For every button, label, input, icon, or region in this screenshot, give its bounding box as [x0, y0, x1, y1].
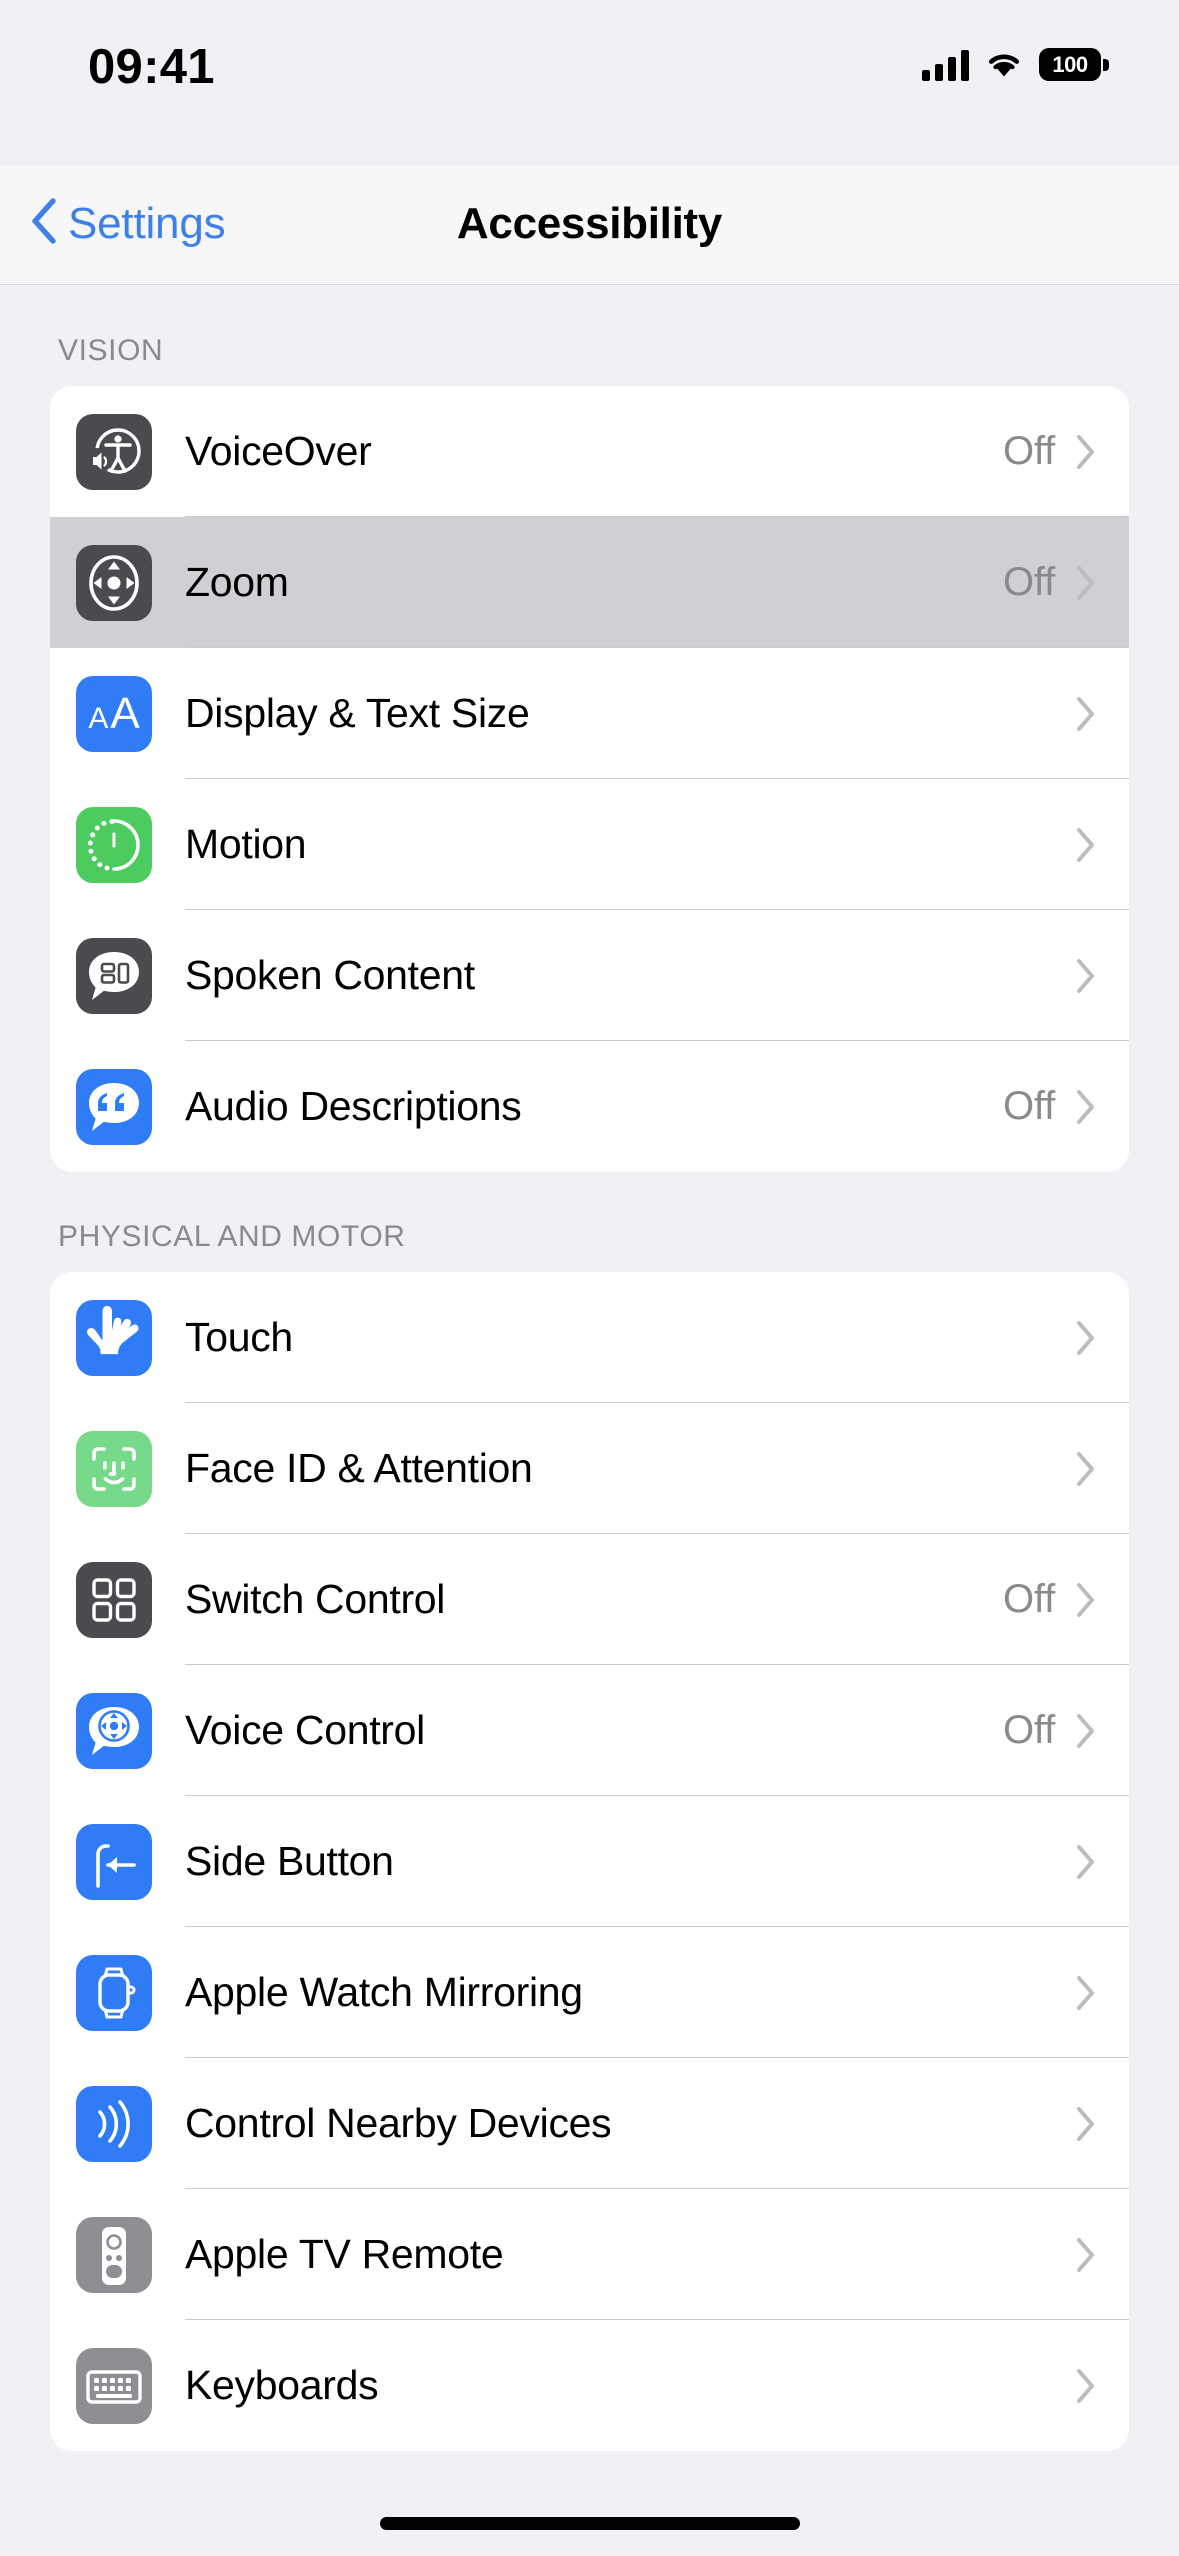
- settings-row-keyboards[interactable]: Keyboards: [50, 2320, 1129, 2451]
- navigation-bar: Settings Accessibility: [0, 165, 1179, 285]
- settings-row-label: Display & Text Size: [185, 690, 530, 736]
- settings-row-control-nearby-devices[interactable]: Control Nearby Devices: [50, 2058, 1129, 2189]
- settings-row-label: Zoom: [185, 559, 289, 605]
- control-nearby-devices-icon: [76, 2085, 152, 2162]
- settings-row-label: Motion: [185, 821, 307, 867]
- apple-watch-mirroring-icon: [76, 1954, 152, 2031]
- switch-control-icon: [76, 1561, 152, 1638]
- settings-row-face-id-attention[interactable]: Face ID & Attention: [50, 1403, 1129, 1534]
- settings-row-value: Off: [1002, 1084, 1055, 1128]
- chevron-right-icon: [1075, 433, 1097, 471]
- settings-row-motion[interactable]: Motion: [50, 779, 1129, 910]
- chevron-right-icon: [1075, 826, 1097, 864]
- chevron-right-icon: [1075, 564, 1097, 602]
- settings-row-zoom[interactable]: Zoom Off: [50, 517, 1129, 648]
- audio-descriptions-icon: [76, 1068, 152, 1145]
- side-button-icon: [76, 1823, 152, 1900]
- wifi-icon: [985, 49, 1023, 81]
- settings-row-label: Apple Watch Mirroring: [185, 1969, 583, 2015]
- accessibility-settings-screen: 09:41 100 Settings Accessibility VISION …: [0, 0, 1179, 2556]
- chevron-right-icon: [1075, 2236, 1097, 2274]
- home-indicator: [380, 2517, 800, 2530]
- settings-row-apple-watch-mirroring[interactable]: Apple Watch Mirroring: [50, 1927, 1129, 2058]
- settings-row-voiceover[interactable]: VoiceOver Off: [50, 386, 1129, 517]
- display-text-size-icon: AA: [76, 675, 152, 752]
- status-bar: 09:41 100: [0, 0, 1179, 165]
- settings-row-label: Control Nearby Devices: [185, 2100, 612, 2146]
- chevron-right-icon: [1075, 1974, 1097, 2012]
- settings-row-label: VoiceOver: [185, 428, 372, 474]
- zoom-icon: [76, 544, 152, 621]
- chevron-right-icon: [1075, 695, 1097, 733]
- page-title: Accessibility: [456, 199, 723, 248]
- section-header: PHYSICAL AND MOTOR: [58, 1220, 406, 1253]
- settings-list[interactable]: VISION VoiceOver Off Zoom Off A A Display & T…: [0, 286, 1179, 2556]
- keyboards-icon: [76, 2347, 152, 2424]
- chevron-right-icon: [1075, 2367, 1097, 2405]
- voiceover-icon: [76, 413, 152, 490]
- settings-row-display-text-size[interactable]: A A Display & Text Size: [50, 648, 1129, 779]
- settings-row-side-button[interactable]: Side Button: [50, 1796, 1129, 1927]
- face-id-icon: [76, 1430, 152, 1507]
- settings-row-label: Face ID & Attention: [185, 1445, 533, 1491]
- settings-row-label: Spoken Content: [185, 952, 475, 998]
- chevron-right-icon: [1075, 1581, 1097, 1619]
- settings-row-label: Keyboards: [185, 2362, 379, 2408]
- settings-row-value: Off: [1002, 429, 1055, 473]
- apple-tv-remote-icon: [76, 2216, 152, 2293]
- status-bar-indicators: 100: [922, 48, 1109, 81]
- settings-group: Touch Face ID & Attention Switch Control…: [50, 1272, 1129, 2451]
- settings-row-label: Switch Control: [185, 1576, 446, 1622]
- battery-percent-label: 100: [1052, 51, 1088, 77]
- settings-row-label: Side Button: [185, 1838, 394, 1884]
- chevron-right-icon: [1075, 2105, 1097, 2143]
- chevron-right-icon: [1075, 1843, 1097, 1881]
- settings-row-value: Off: [1002, 1708, 1055, 1752]
- settings-row-label: Voice Control: [185, 1707, 425, 1753]
- motion-icon: [76, 806, 152, 883]
- settings-group: VoiceOver Off Zoom Off A A Display & Text Siz…: [50, 386, 1129, 1172]
- settings-row-touch[interactable]: Touch: [50, 1272, 1129, 1403]
- voice-control-icon: [76, 1692, 152, 1769]
- settings-row-spoken-content[interactable]: Spoken Content: [50, 910, 1129, 1041]
- chevron-right-icon: [1075, 957, 1097, 995]
- settings-row-voice-control[interactable]: Voice Control Off: [50, 1665, 1129, 1796]
- cellular-signal-icon: [922, 49, 969, 81]
- settings-row-apple-tv-remote[interactable]: Apple TV Remote: [50, 2189, 1129, 2320]
- status-bar-time: 09:41: [88, 40, 215, 94]
- settings-row-value: Off: [1002, 1577, 1055, 1621]
- settings-row-value: Off: [1002, 560, 1055, 604]
- chevron-right-icon: [1075, 1088, 1097, 1126]
- settings-row-label: Audio Descriptions: [185, 1083, 522, 1129]
- settings-row-switch-control[interactable]: Switch Control Off: [50, 1534, 1129, 1665]
- spoken-content-icon: [76, 937, 152, 1014]
- touch-icon: [76, 1299, 152, 1376]
- battery-icon: 100: [1039, 48, 1109, 81]
- settings-row-label: Touch: [185, 1314, 293, 1360]
- chevron-right-icon: [1075, 1450, 1097, 1488]
- section-header: VISION: [58, 334, 164, 367]
- settings-row-audio-descriptions[interactable]: Audio Descriptions Off: [50, 1041, 1129, 1172]
- settings-row-label: Apple TV Remote: [185, 2231, 504, 2277]
- chevron-right-icon: [1075, 1319, 1097, 1357]
- chevron-right-icon: [1075, 1712, 1097, 1750]
